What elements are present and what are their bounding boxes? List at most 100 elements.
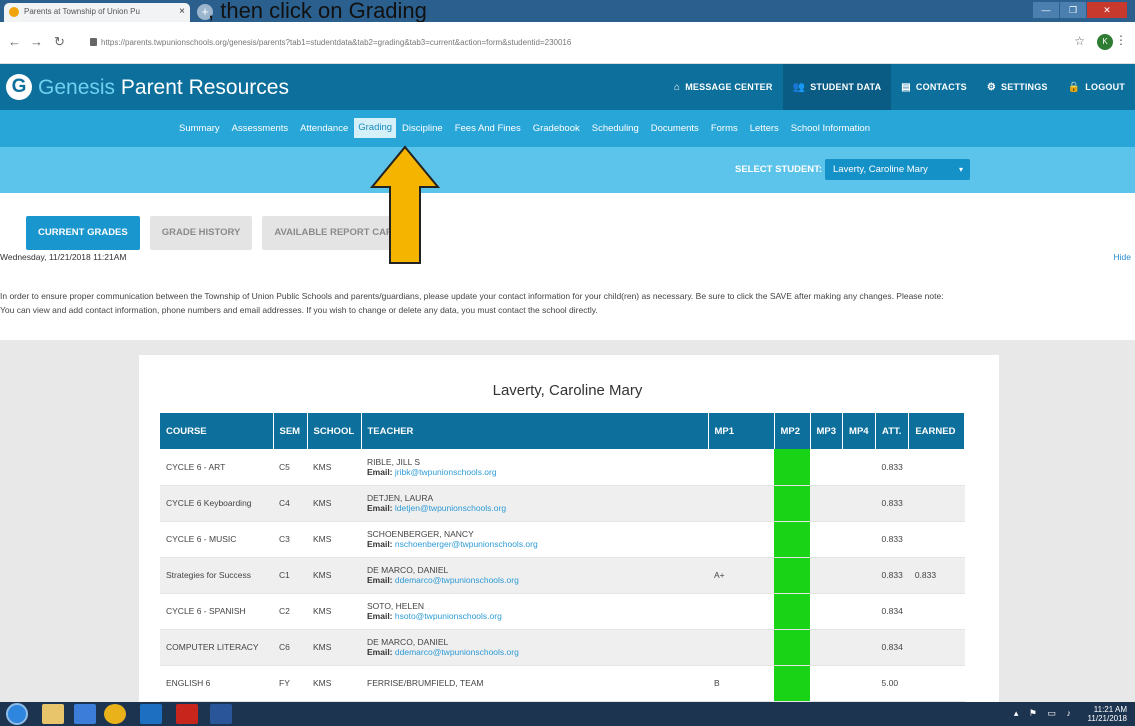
- school-cell: KMS: [307, 557, 361, 594]
- system-tray-icons[interactable]: ▴ ⚑ ▭ ♪: [1014, 708, 1075, 719]
- tab-forms[interactable]: Forms: [705, 110, 744, 147]
- nav-message-center[interactable]: ⌂ MESSAGE CENTER: [664, 64, 783, 110]
- col-teacher: TEACHER: [361, 413, 709, 449]
- col-mp4: MP4: [842, 413, 877, 449]
- mp2-cell: [774, 449, 810, 486]
- clock-date: 11/21/2018: [1087, 714, 1127, 723]
- reload-icon[interactable]: ↻: [54, 34, 65, 50]
- earned-cell: [908, 485, 965, 522]
- sem-cell: C6: [273, 629, 307, 666]
- earned-cell: [908, 665, 965, 702]
- app-icon[interactable]: [74, 704, 96, 724]
- mp3-cell: [810, 629, 843, 666]
- teacher-name: DETJEN, LAURA: [367, 493, 434, 503]
- nav-contacts[interactable]: ▤ CONTACTS: [891, 64, 977, 110]
- course-cell: CYCLE 6 Keyboarding: [160, 485, 273, 522]
- col-att: ATT.: [875, 413, 910, 449]
- back-icon[interactable]: ←: [8, 34, 21, 49]
- browser-tab[interactable]: Parents at Township of Union Pu ×: [4, 3, 190, 22]
- tab-assessments[interactable]: Assessments: [226, 110, 295, 147]
- sem-cell: FY: [273, 665, 307, 702]
- word-icon[interactable]: [210, 704, 232, 724]
- course-cell: ENGLISH 6: [160, 665, 273, 702]
- student-name-heading: Laverty, Caroline Mary: [492, 382, 643, 399]
- mp1-cell: [708, 629, 774, 666]
- contacts-icon: ▤: [901, 82, 911, 93]
- gear-icon: ⚙: [986, 82, 997, 93]
- mp1-cell: [708, 593, 774, 630]
- profile-avatar[interactable]: K: [1097, 34, 1113, 50]
- school-cell: KMS: [307, 449, 361, 486]
- teacher-email[interactable]: Email: ddemarco@twpunionschools.org: [367, 575, 702, 585]
- nav-settings[interactable]: ⚙ SETTINGS: [977, 64, 1058, 110]
- nav-student-data[interactable]: 👥 STUDENT DATA: [782, 64, 892, 110]
- window-controls: — ❐ ✕: [1032, 2, 1127, 18]
- sem-cell: C1: [273, 557, 307, 594]
- bookmark-star-icon[interactable]: ☆: [1074, 34, 1085, 48]
- browser-menu-icon[interactable]: ⋮: [1115, 33, 1127, 47]
- att-cell: 5.00: [875, 665, 909, 702]
- users-icon: 👥: [792, 82, 806, 93]
- tab-grading[interactable]: Grading: [354, 118, 397, 138]
- brand-main: Genesis: [38, 76, 116, 99]
- mp1-cell: [708, 485, 774, 522]
- address-bar[interactable]: https://parents.twpunionschools.org/gene…: [90, 32, 1050, 54]
- teacher-cell: SCHOENBERGER, NANCY Email: nschoenberger@…: [361, 521, 708, 558]
- tab-documents[interactable]: Documents: [645, 110, 705, 147]
- current-grades-button[interactable]: CURRENT GRADES: [26, 216, 140, 250]
- tab-scheduling[interactable]: Scheduling: [586, 110, 645, 147]
- minimize-icon[interactable]: —: [1033, 2, 1059, 18]
- brand-sub: Parent Resources: [115, 76, 289, 99]
- mp4-cell: [842, 485, 876, 522]
- nav-label: CONTACTS: [915, 82, 967, 92]
- site-favicon-icon: [9, 7, 19, 17]
- nav-logout[interactable]: 🔒 LOGOUT: [1058, 64, 1135, 110]
- teacher-name: SCHOENBERGER, NANCY: [367, 529, 474, 539]
- file-explorer-icon[interactable]: [42, 704, 64, 724]
- tab-gradebook[interactable]: Gradebook: [527, 110, 586, 147]
- tab-discipline[interactable]: Discipline: [396, 110, 449, 147]
- tab-fees-and-fines[interactable]: Fees And Fines: [449, 110, 527, 147]
- timestamp: Wednesday, 11/21/2018 11:21AM: [0, 252, 127, 262]
- tab-school-information[interactable]: School Information: [785, 110, 876, 147]
- teacher-email[interactable]: Email: hsoto@twpunionschools.org: [367, 611, 702, 621]
- sub-nav: Summary Assessments Attendance Grading D…: [0, 110, 1135, 147]
- start-button[interactable]: [6, 703, 28, 725]
- tab-summary[interactable]: Summary: [173, 110, 226, 147]
- home-icon: ⌂: [673, 82, 681, 93]
- teacher-email[interactable]: Email: nschoenberger@twpunionschools.org: [367, 539, 702, 549]
- att-cell: 0.834: [875, 629, 909, 666]
- teacher-email[interactable]: Email: ddemarco@twpunionschools.org: [367, 647, 702, 657]
- mp1-cell: A+: [708, 557, 774, 594]
- chevron-down-icon: ▾: [958, 165, 963, 174]
- mp3-cell: [810, 593, 843, 630]
- mp4-cell: [842, 629, 876, 666]
- chrome-icon[interactable]: [104, 704, 126, 724]
- tab-letters[interactable]: Letters: [744, 110, 785, 147]
- att-cell: 0.834: [875, 593, 909, 630]
- mp2-cell: [774, 557, 810, 594]
- select-student-label: SELECT STUDENT:: [735, 164, 823, 175]
- clock[interactable]: 11:21 AM 11/21/2018: [1088, 705, 1127, 723]
- close-tab-icon[interactable]: ×: [179, 6, 185, 17]
- earned-cell: [908, 629, 965, 666]
- school-cell: KMS: [307, 521, 361, 558]
- forward-icon[interactable]: →: [30, 34, 43, 49]
- student-select[interactable]: Laverty, Caroline Mary ▾: [825, 159, 970, 180]
- mp2-cell: [774, 629, 810, 666]
- maximize-icon[interactable]: ❐: [1060, 2, 1086, 18]
- mp4-cell: [842, 665, 876, 702]
- col-mp1: MP1: [708, 413, 775, 449]
- att-cell: 0.833: [875, 557, 909, 594]
- table-row: COMPUTER LITERACY C6 KMS DE MARCO, DANIE…: [160, 629, 965, 666]
- hide-link[interactable]: Hide: [1114, 252, 1131, 262]
- tab-attendance[interactable]: Attendance: [294, 110, 354, 147]
- grade-history-button[interactable]: GRADE HISTORY: [149, 216, 253, 250]
- acrobat-icon[interactable]: [176, 704, 198, 724]
- teacher-email[interactable]: Email: jribk@twpunionschools.org: [367, 467, 702, 477]
- window-close-icon[interactable]: ✕: [1087, 2, 1127, 18]
- teacher-email[interactable]: Email: ldetjen@twpunionschools.org: [367, 503, 702, 513]
- earned-cell: [908, 449, 965, 486]
- school-cell: KMS: [307, 593, 361, 630]
- outlook-icon[interactable]: [140, 704, 162, 724]
